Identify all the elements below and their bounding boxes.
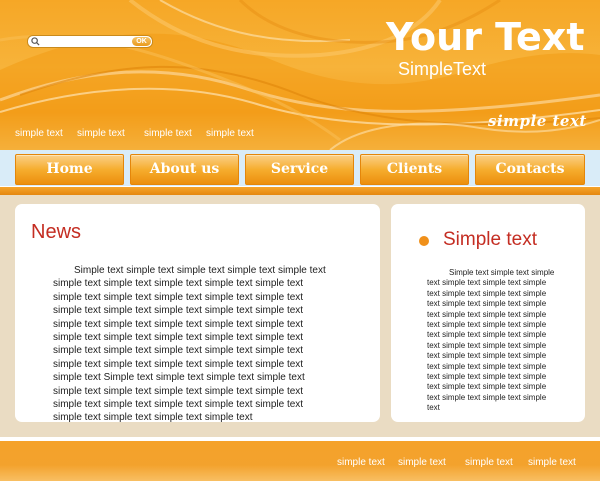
footer-link-4[interactable]: simple text bbox=[528, 457, 576, 468]
header-link-3[interactable]: simple text bbox=[144, 128, 192, 139]
nav-about-us[interactable]: About us bbox=[130, 154, 239, 185]
search-ok-button[interactable]: OK bbox=[132, 37, 151, 46]
nav-home[interactable]: Home bbox=[15, 154, 124, 185]
search-icon[interactable] bbox=[31, 37, 40, 46]
header-link-1[interactable]: simple text bbox=[15, 128, 63, 139]
site-title: Your Text bbox=[386, 15, 585, 59]
page: OK Your Text SimpleText simple text simp… bbox=[0, 0, 600, 481]
news-heading: News bbox=[31, 221, 82, 243]
bullet-icon bbox=[419, 236, 429, 246]
nav-clients[interactable]: Clients bbox=[360, 154, 469, 185]
nav-service[interactable]: Service bbox=[245, 154, 354, 185]
footer-link-3[interactable]: simple text bbox=[465, 457, 513, 468]
nav-underline bbox=[0, 187, 600, 195]
nav-contacts[interactable]: Contacts bbox=[475, 154, 585, 185]
header-link-4[interactable]: simple text bbox=[206, 128, 254, 139]
footer-link-2[interactable]: simple text bbox=[398, 457, 446, 468]
news-body-text: Simple text simple text simple text simp… bbox=[53, 265, 326, 424]
sidebar-body-text: Simple text simple text simple text simp… bbox=[427, 268, 555, 413]
footer-link-1[interactable]: simple text bbox=[337, 457, 385, 468]
header-banner: OK Your Text SimpleText simple text simp… bbox=[0, 0, 600, 150]
sidebar-heading: Simple text bbox=[443, 229, 537, 250]
search-box[interactable]: OK bbox=[27, 35, 153, 48]
header-link-2[interactable]: simple text bbox=[77, 128, 125, 139]
site-subtitle: SimpleText bbox=[398, 59, 487, 79]
site-tagline: simple text bbox=[488, 112, 587, 130]
search-input[interactable] bbox=[42, 37, 128, 46]
